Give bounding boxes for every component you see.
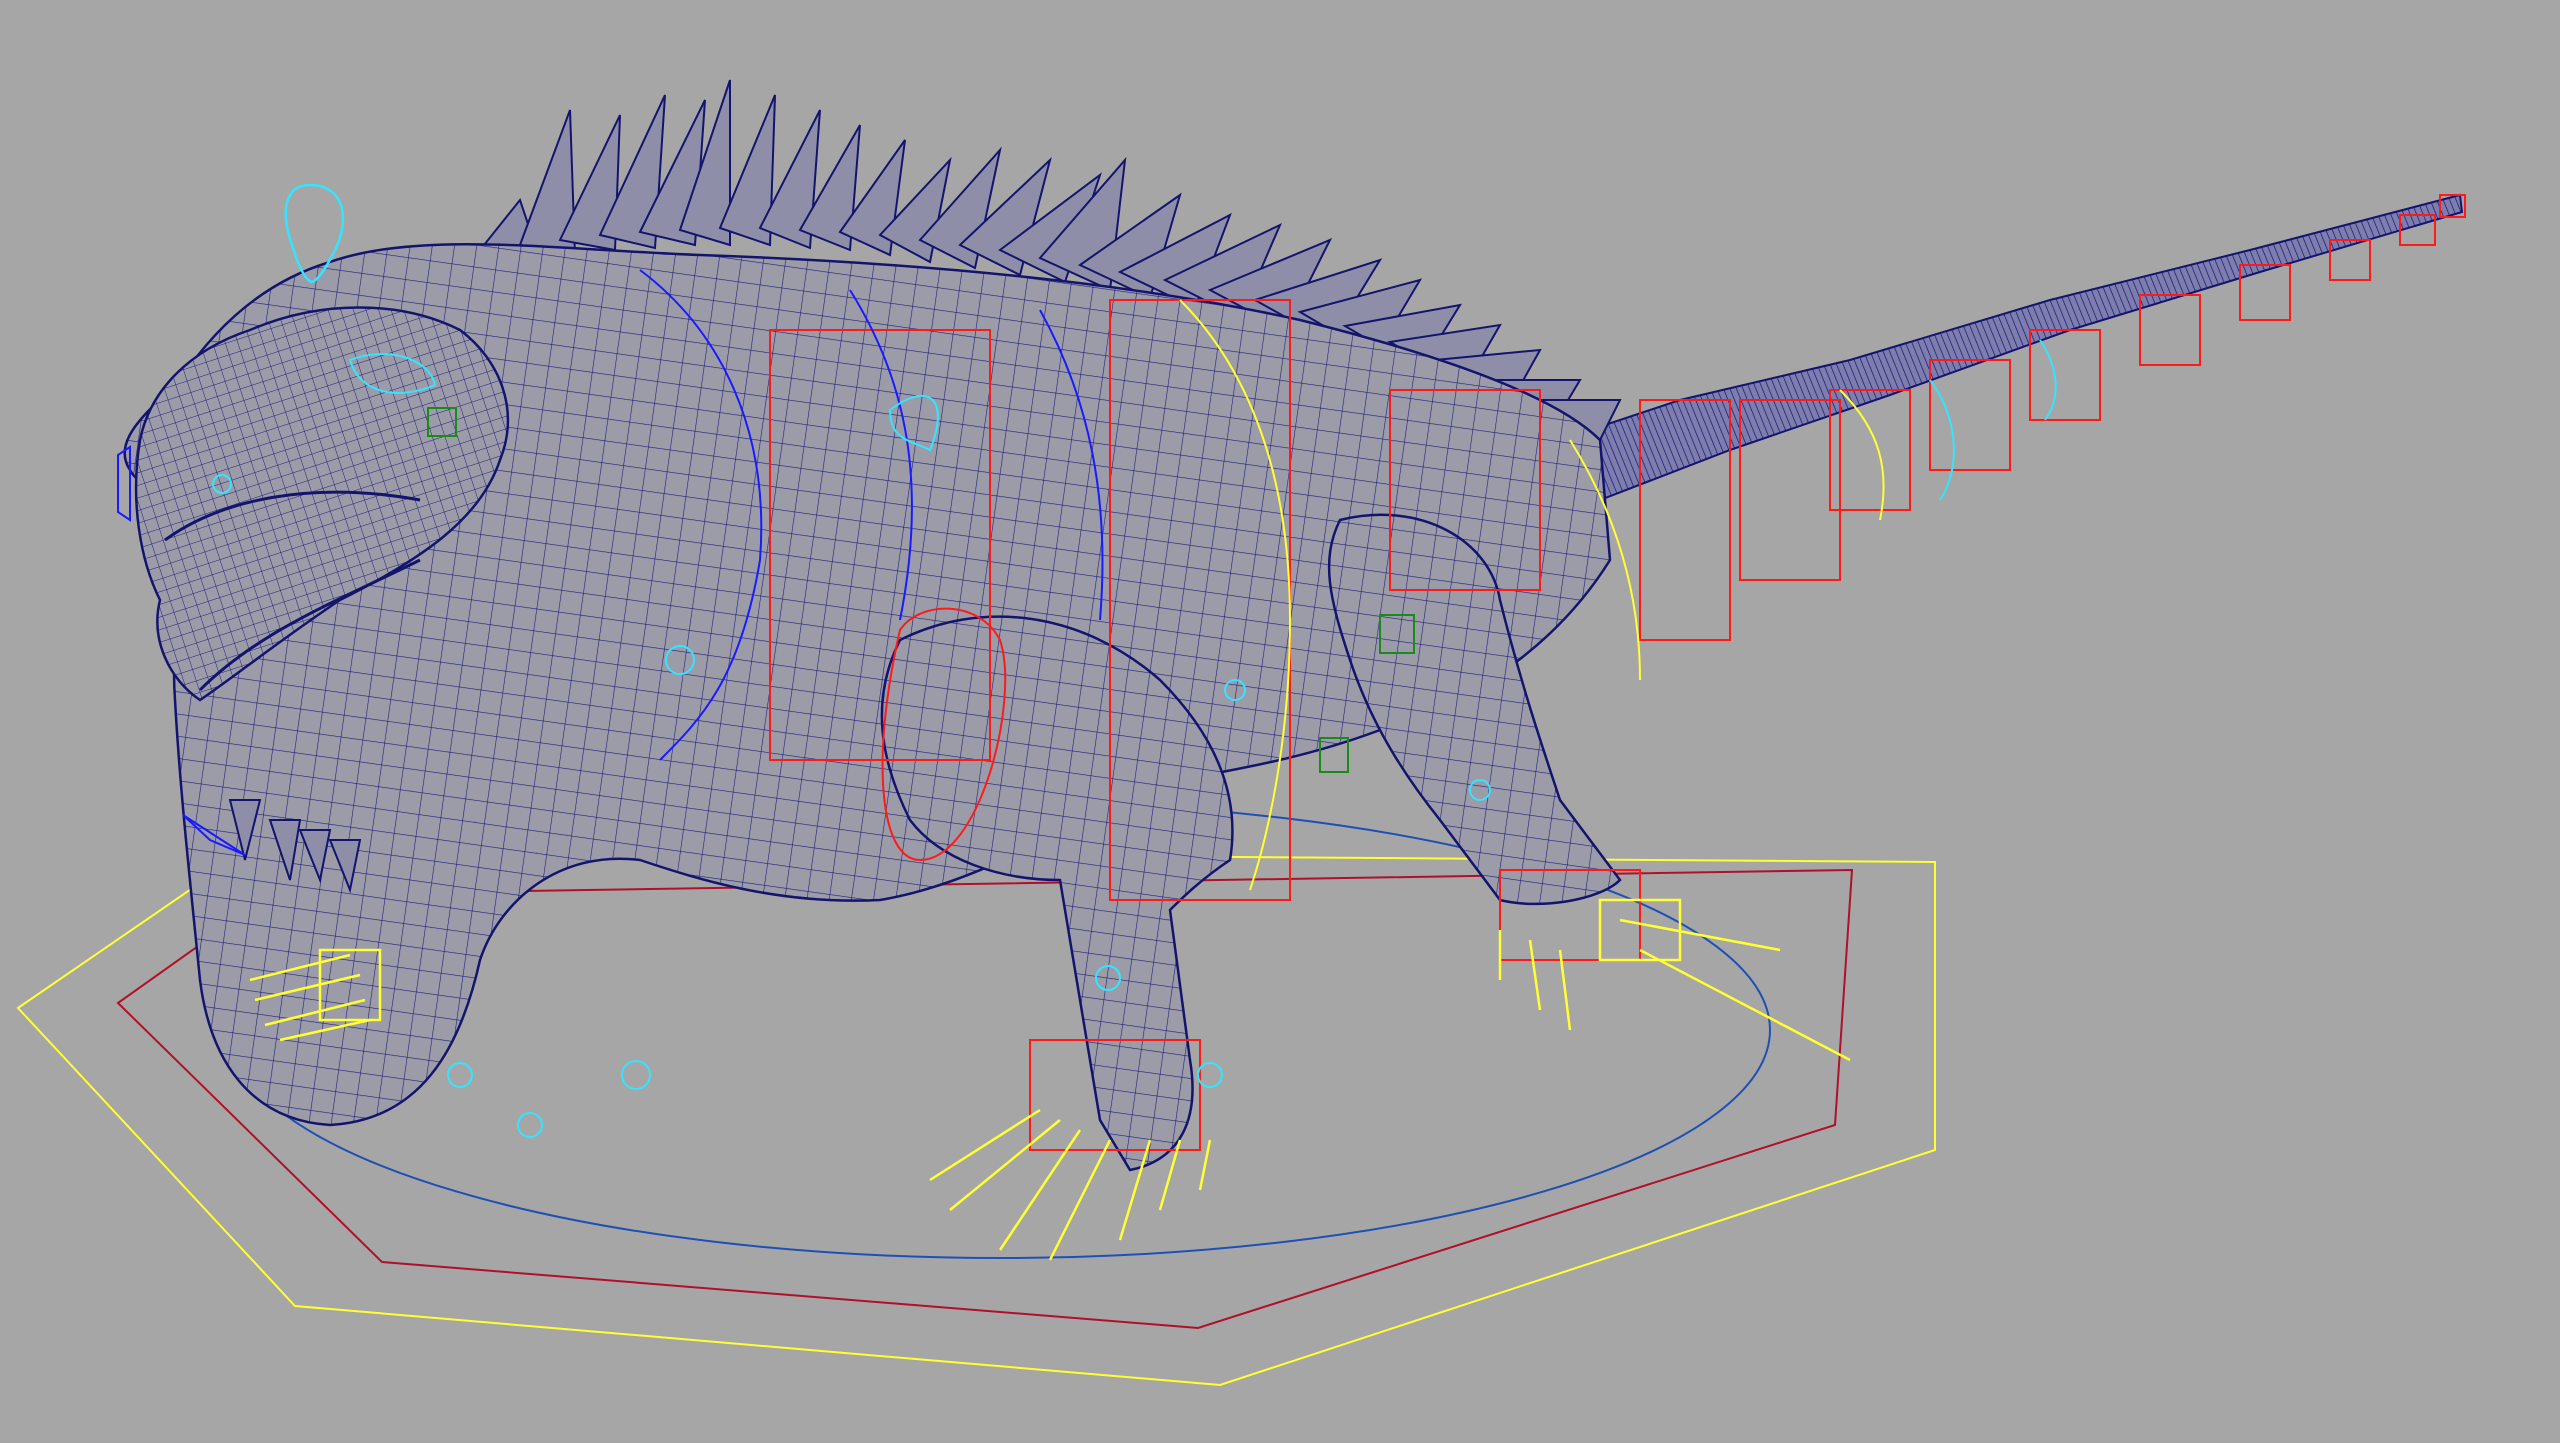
sphere-locator-icon[interactable] <box>447 1062 473 1088</box>
viewport-canvas[interactable] <box>0 0 2560 1443</box>
ik-foot-back[interactable] <box>1498 898 1851 1062</box>
tail-ctrl-box[interactable] <box>2029 329 2101 421</box>
sphere-locator-icon[interactable] <box>1197 1062 1223 1088</box>
sphere-locator-icon[interactable] <box>621 1060 651 1090</box>
3d-viewport[interactable] <box>0 0 2560 1443</box>
sphere-locator-icon[interactable] <box>517 1112 543 1138</box>
